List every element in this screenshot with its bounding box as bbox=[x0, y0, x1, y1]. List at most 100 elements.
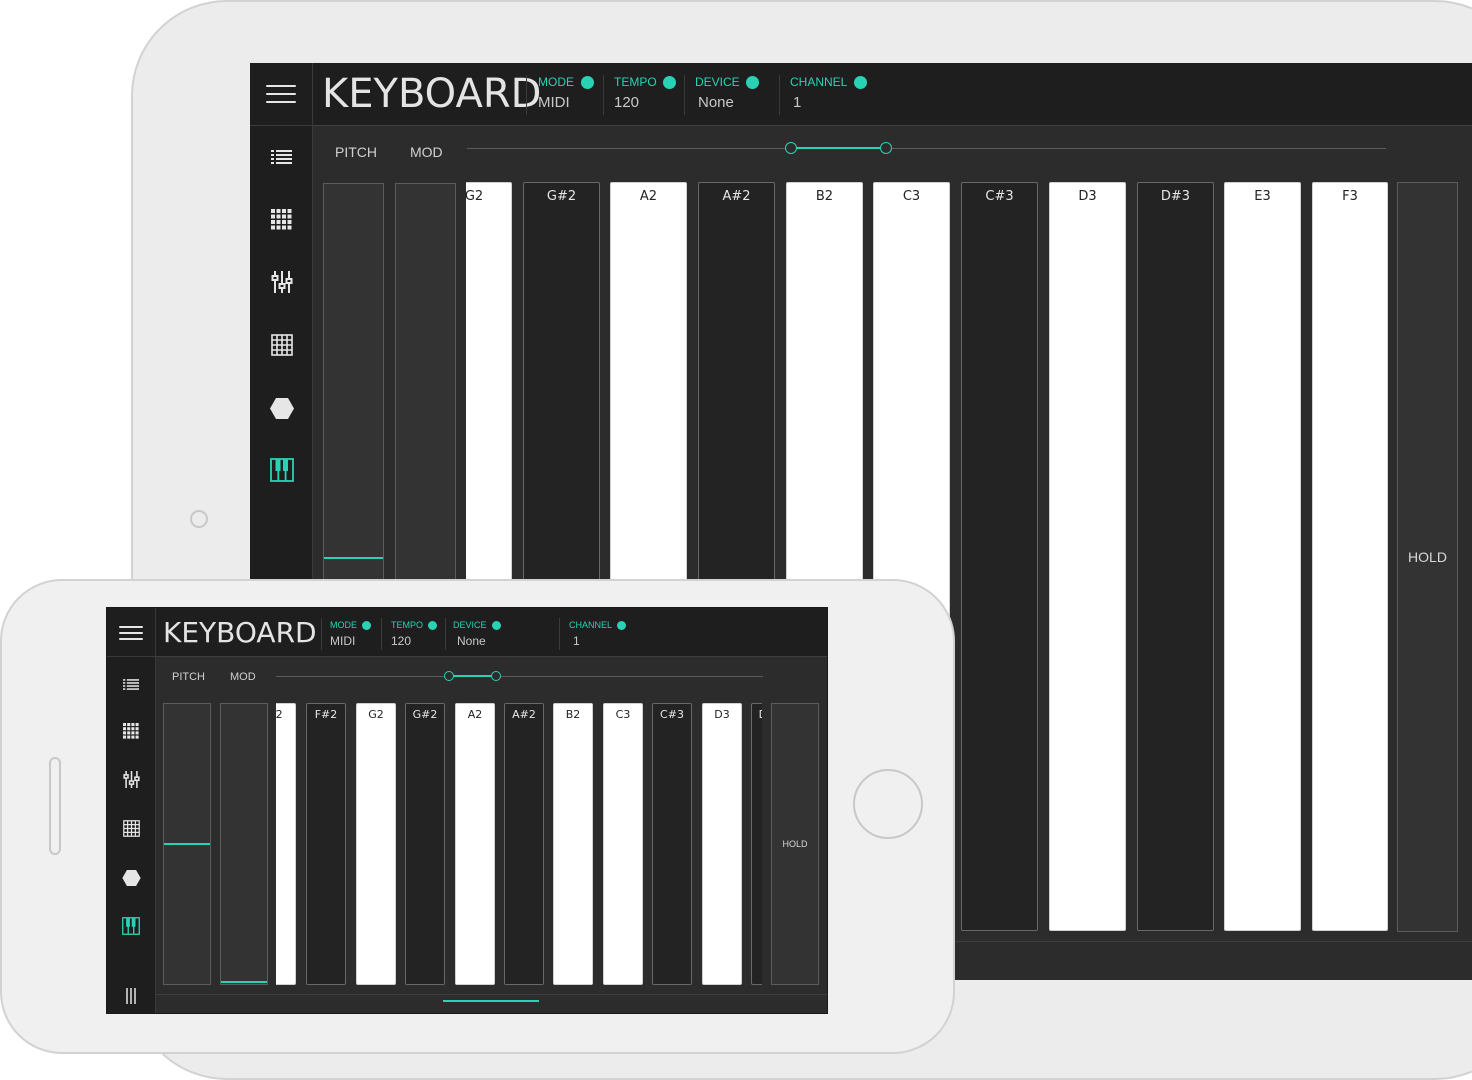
tempo-param[interactable]: TEMPO 120 bbox=[614, 75, 677, 111]
hexagon-icon[interactable] bbox=[122, 870, 141, 886]
tempo-param[interactable]: TEMPO 120 bbox=[391, 620, 438, 648]
channel-param[interactable]: CHANNEL 1 bbox=[569, 620, 627, 648]
key-label: G2 bbox=[368, 708, 384, 721]
keyboard-range-slider[interactable] bbox=[467, 148, 1386, 149]
hexagon-icon[interactable] bbox=[270, 398, 294, 419]
hold-button[interactable]: HOLD bbox=[771, 703, 819, 985]
mode-param[interactable]: MODE MIDI bbox=[330, 620, 372, 648]
mod-indicator bbox=[221, 981, 267, 983]
matrix-grid-icon[interactable] bbox=[271, 334, 293, 356]
device-param[interactable]: DEVICE None bbox=[695, 75, 760, 111]
piano-key[interactable]: D#3 bbox=[1137, 182, 1214, 931]
channel-gear-icon[interactable] bbox=[854, 75, 868, 89]
list-icon[interactable] bbox=[123, 676, 139, 690]
key-label: A2 bbox=[639, 189, 658, 204]
piano-key[interactable]: F#2 bbox=[306, 703, 346, 985]
pitch-indicator bbox=[164, 843, 210, 845]
divider bbox=[603, 75, 604, 115]
key-label: A#2 bbox=[512, 708, 536, 721]
piano-key[interactable]: A2 bbox=[455, 703, 495, 985]
phone-keyboard: F2 F#2 G2 G#2 A2 A#2 B2 C3 C#3 D3 D#3 bbox=[276, 703, 762, 985]
channel-value: 1 bbox=[793, 94, 802, 111]
matrix-grid-icon[interactable] bbox=[123, 820, 140, 837]
piano-key[interactable]: D3 bbox=[1049, 182, 1126, 931]
channel-gear-icon[interactable] bbox=[617, 620, 627, 630]
pitch-label: PITCH bbox=[172, 671, 205, 683]
piano-key[interactable]: C3 bbox=[603, 703, 643, 985]
key-label: E3 bbox=[1254, 189, 1271, 204]
tablet-camera-icon bbox=[190, 510, 208, 528]
piano-key[interactable]: G#2 bbox=[405, 703, 445, 985]
device-gear-icon[interactable] bbox=[746, 75, 760, 89]
mixer-icon[interactable] bbox=[271, 270, 293, 294]
range-end-handle[interactable] bbox=[880, 142, 892, 154]
mode-param[interactable]: MODE MIDI bbox=[538, 75, 594, 111]
drag-handle-icon[interactable] bbox=[125, 988, 137, 1004]
key-label: D#3 bbox=[752, 708, 762, 721]
grid-icon[interactable] bbox=[123, 723, 139, 739]
piano-key[interactable]: C#3 bbox=[652, 703, 692, 985]
divider bbox=[684, 75, 685, 115]
device-label: DEVICE bbox=[453, 620, 487, 630]
piano-key[interactable]: B2 bbox=[553, 703, 593, 985]
device-param[interactable]: DEVICE None bbox=[453, 620, 501, 648]
mode-label: MODE bbox=[330, 620, 357, 630]
phone-bottom-bar bbox=[156, 994, 827, 995]
phone-menu-button[interactable] bbox=[107, 608, 156, 657]
channel-value: 1 bbox=[573, 634, 580, 648]
key-label: F3 bbox=[1342, 189, 1358, 204]
range-end-handle[interactable] bbox=[491, 671, 501, 681]
channel-label: CHANNEL bbox=[569, 620, 613, 630]
grid-icon[interactable] bbox=[271, 209, 292, 230]
tempo-gear-icon[interactable] bbox=[428, 620, 438, 630]
range-start-handle[interactable] bbox=[444, 671, 454, 681]
list-icon[interactable] bbox=[271, 149, 292, 165]
piano-icon[interactable] bbox=[270, 458, 294, 482]
scroll-indicator[interactable] bbox=[443, 1000, 539, 1002]
piano-key[interactable]: G2 bbox=[356, 703, 396, 985]
device-value: None bbox=[698, 94, 734, 111]
tempo-value: 120 bbox=[614, 94, 640, 111]
keyboard-range-slider[interactable] bbox=[276, 676, 763, 677]
menu-icon-bar bbox=[119, 632, 143, 634]
tablet-menu-button[interactable] bbox=[250, 63, 313, 126]
pitch-label: PITCH bbox=[335, 144, 377, 160]
key-label: C3 bbox=[615, 708, 631, 721]
tempo-value: 120 bbox=[391, 634, 412, 648]
menu-icon bbox=[119, 626, 143, 628]
key-label: F2 bbox=[276, 708, 283, 721]
key-label: G2 bbox=[466, 189, 484, 204]
mode-gear-icon[interactable] bbox=[580, 75, 594, 89]
piano-key[interactable]: D3 bbox=[702, 703, 742, 985]
tempo-gear-icon[interactable] bbox=[663, 75, 677, 89]
key-label: G#2 bbox=[412, 708, 438, 721]
mod-label: MOD bbox=[410, 144, 443, 160]
hold-button[interactable]: HOLD bbox=[1397, 182, 1458, 932]
mod-strip[interactable] bbox=[220, 703, 268, 985]
keyboard-range-selection bbox=[450, 675, 496, 677]
key-label: B2 bbox=[815, 189, 834, 204]
mod-label: MOD bbox=[230, 671, 256, 683]
channel-param[interactable]: CHANNEL 1 bbox=[790, 75, 868, 111]
pitch-indicator bbox=[324, 557, 383, 559]
menu-icon-bar bbox=[266, 93, 296, 95]
channel-label: CHANNEL bbox=[790, 75, 848, 89]
range-start-handle[interactable] bbox=[785, 142, 797, 154]
piano-key[interactable]: A#2 bbox=[504, 703, 544, 985]
mode-gear-icon[interactable] bbox=[362, 620, 372, 630]
key-label: F#2 bbox=[314, 708, 338, 721]
piano-key[interactable]: F3 bbox=[1312, 182, 1388, 931]
pitch-strip[interactable] bbox=[163, 703, 211, 985]
phone-home-button[interactable] bbox=[853, 769, 923, 839]
piano-key[interactable]: D#3 bbox=[751, 703, 762, 985]
piano-key[interactable]: E3 bbox=[1224, 182, 1301, 931]
piano-icon[interactable] bbox=[122, 917, 140, 935]
divider bbox=[321, 618, 322, 650]
mode-value: MIDI bbox=[330, 634, 356, 648]
phone-sidebar bbox=[107, 608, 156, 1013]
device-gear-icon[interactable] bbox=[491, 620, 501, 630]
piano-key[interactable]: F2 bbox=[276, 703, 296, 985]
piano-key[interactable]: C#3 bbox=[961, 182, 1038, 931]
key-label: D3 bbox=[1078, 189, 1097, 204]
mixer-icon[interactable] bbox=[123, 770, 140, 789]
